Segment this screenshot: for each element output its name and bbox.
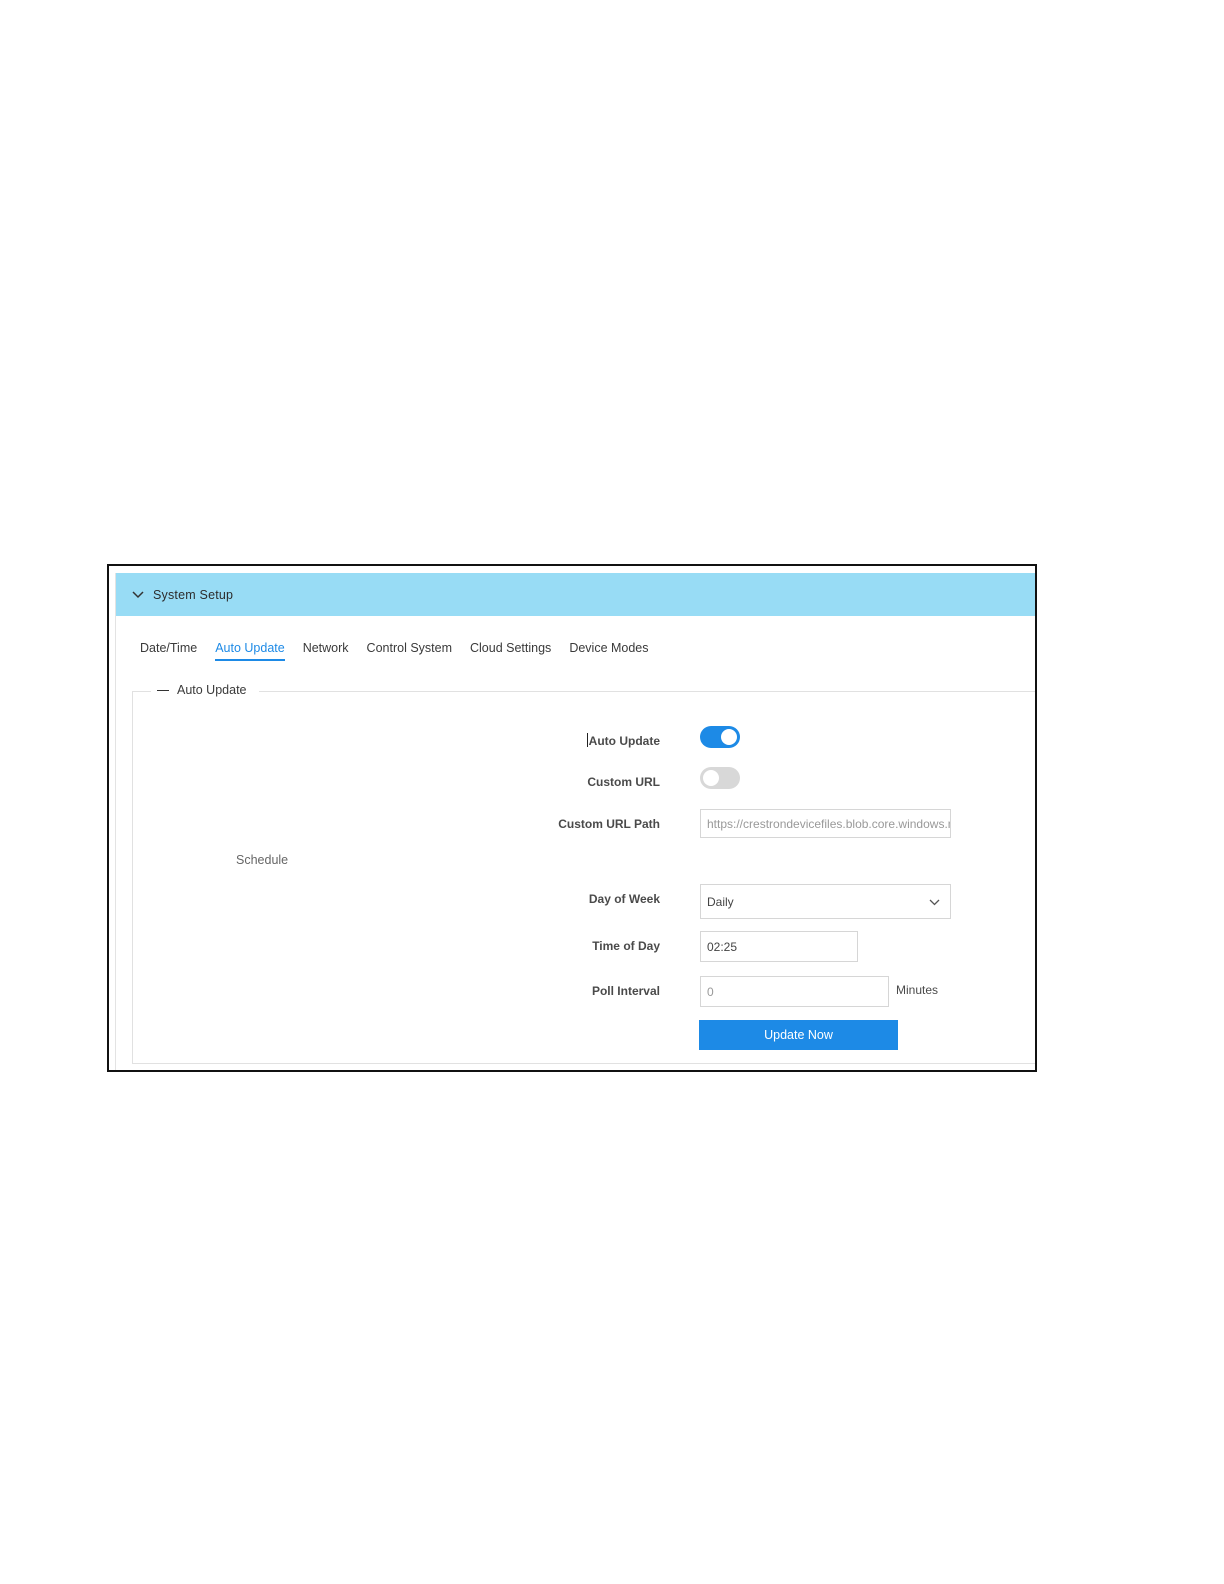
auto-update-section: Auto Update Schedule Auto Update Custom … [132,683,1035,1064]
day-of-week-value: Daily [707,894,734,909]
text-cursor [586,733,588,747]
tab-date-time[interactable]: Date/Time [140,641,197,661]
tab-network[interactable]: Network [303,641,349,661]
tab-control-system[interactable]: Control System [367,641,452,661]
chevron-down-icon[interactable] [131,588,145,602]
collapse-dash-icon [157,689,169,691]
tab-auto-update[interactable]: Auto Update [215,641,285,661]
auto-update-label-text: Auto Update [588,734,660,748]
screenshot-frame: System Setup Date/Time Auto Update Netwo… [107,564,1037,1072]
custom-url-toggle[interactable] [700,767,740,789]
schedule-label: Schedule [236,853,289,867]
auto-update-toggle[interactable] [700,726,740,748]
day-of-week-select[interactable]: Daily [700,884,951,919]
toggle-knob [721,729,737,745]
time-of-day-input[interactable]: 02:25 [700,931,858,962]
update-now-button[interactable]: Update Now [699,1020,898,1050]
section-legend-label: Auto Update [177,683,247,697]
day-of-week-label: Day of Week [588,892,660,906]
chevron-down-icon [929,895,940,909]
tab-device-modes[interactable]: Device Modes [569,641,648,661]
panel-header[interactable]: System Setup [116,573,1035,616]
auto-update-label: Auto Update [586,733,660,748]
poll-interval-units: Minutes [896,983,939,997]
custom-url-label: Custom URL [587,775,660,789]
section-legend[interactable]: Auto Update [151,683,259,697]
system-setup-panel: System Setup Date/Time Auto Update Netwo… [115,573,1035,1070]
time-of-day-label: Time of Day [592,939,660,953]
custom-url-path-input[interactable]: https://crestrondevicefiles.blob.core.wi… [700,809,951,838]
panel-title: System Setup [153,587,234,602]
poll-interval-input[interactable]: 0 [700,976,889,1007]
tab-cloud-settings[interactable]: Cloud Settings [470,641,551,661]
poll-interval-label: Poll Interval [591,984,660,998]
tab-bar: Date/Time Auto Update Network Control Sy… [140,641,667,661]
toggle-knob [703,770,719,786]
custom-url-path-label: Custom URL Path [558,817,660,831]
